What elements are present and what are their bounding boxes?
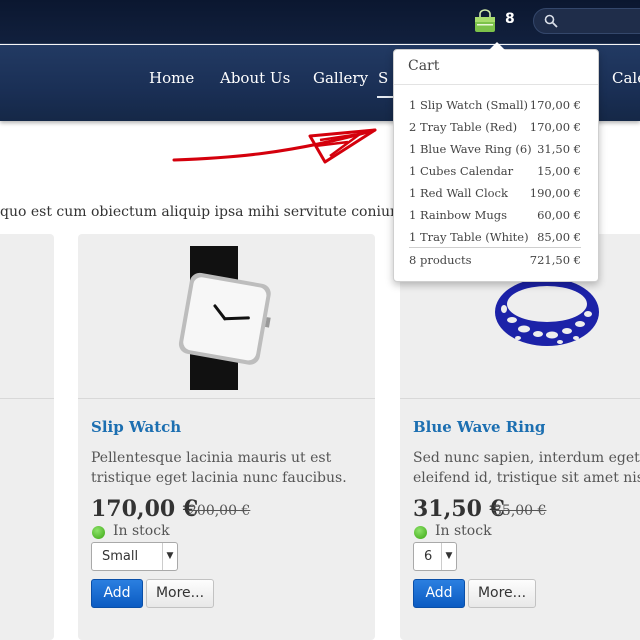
cart-item-name: 1 Tray Table (White) <box>409 230 529 244</box>
product-old-price: 35,00 € <box>493 503 547 519</box>
size-select-value: Small <box>102 549 139 564</box>
product-card: Blue Wave Ring Sed nunc sapien, interdum… <box>400 234 640 640</box>
cart-dropdown-caret <box>489 42 505 50</box>
more-button[interactable]: More... <box>468 579 536 608</box>
product-title-link[interactable]: Slip Watch <box>91 418 181 436</box>
cart-divider <box>409 247 581 248</box>
in-stock-icon <box>92 526 105 539</box>
slip-watch-image[interactable] <box>178 246 278 392</box>
product-title-link[interactable]: Blue Wave Ring <box>413 418 545 436</box>
cart-item[interactable]: 1 Rainbow Mugs 60,00 € <box>409 208 581 230</box>
add-to-cart-button[interactable]: Add <box>413 579 465 608</box>
product-description-line: Sed nunc sapien, interdum eget <box>413 450 640 466</box>
card-divider <box>0 398 54 399</box>
cart-total-price: 721,50 € <box>529 253 581 267</box>
nav-shop[interactable]: S <box>378 69 388 87</box>
cart-item-price: 170,00 € <box>529 120 581 134</box>
card-divider <box>400 398 640 399</box>
nav-home[interactable]: Home <box>149 69 194 87</box>
top-bar: 8 <box>0 0 640 44</box>
cart-item-name: 1 Blue Wave Ring (6) <box>409 142 532 156</box>
stock-status: In stock <box>113 523 170 539</box>
search-icon[interactable] <box>544 14 558 28</box>
nav-about-us[interactable]: About Us <box>220 69 290 87</box>
product-price: 170,00 € <box>91 496 199 522</box>
product-description-line: tristique eget lacinia nunc faucibus. <box>91 470 347 486</box>
size-select-value: 6 <box>424 549 433 564</box>
cart-item[interactable]: 1 Slip Watch (Small) 170,00 € <box>409 98 581 120</box>
nav-calendar[interactable]: Cale <box>612 69 640 87</box>
chevron-down-icon: ▼ <box>162 543 177 570</box>
shopping-bag-icon[interactable] <box>473 9 497 33</box>
product-price: 31,50 € <box>413 496 505 522</box>
cart-divider <box>394 84 598 85</box>
size-select[interactable]: Small ▼ <box>91 542 178 571</box>
add-to-cart-button[interactable]: Add <box>91 579 143 608</box>
cart-item-price: 60,00 € <box>537 208 581 222</box>
cart-item-price: 190,00 € <box>529 186 581 200</box>
cart-item[interactable]: 2 Tray Table (Red) 170,00 € <box>409 120 581 142</box>
cart-item-price: 15,00 € <box>537 164 581 178</box>
cart-title: Cart <box>408 58 440 74</box>
chevron-down-icon: ▼ <box>441 543 456 570</box>
cart-item-price: 170,00 € <box>529 98 581 112</box>
size-select[interactable]: 6 ▼ <box>413 542 457 571</box>
cart-item-name: 2 Tray Table (Red) <box>409 120 518 134</box>
cart-dropdown: Cart 1 Slip Watch (Small) 170,00 € 2 Tra… <box>393 42 599 282</box>
cart-total-label: 8 products <box>409 253 472 267</box>
cart-item-name: 1 Slip Watch (Small) <box>409 98 528 112</box>
nav-gallery[interactable]: Gallery <box>313 69 368 87</box>
cart-item-name: 1 Rainbow Mugs <box>409 208 508 222</box>
more-button[interactable]: More... <box>146 579 214 608</box>
product-card-partial <box>0 234 54 640</box>
annotation-arrow-icon <box>172 128 377 164</box>
cart-total-row[interactable]: 8 products 721,50 € <box>409 253 581 275</box>
cart-item-price: 85,00 € <box>537 230 581 244</box>
cart-item-name: 1 Red Wall Clock <box>409 186 508 200</box>
blue-wave-ring-image[interactable] <box>492 274 602 354</box>
cart-item-name: 1 Cubes Calendar <box>409 164 514 178</box>
cart-item[interactable]: 1 Blue Wave Ring (6) 31,50 € <box>409 142 581 164</box>
stock-status: In stock <box>435 523 492 539</box>
product-description-line: eleifend id, tristique sit amet nisl n <box>413 470 640 486</box>
in-stock-icon <box>414 526 427 539</box>
cart-item-price: 31,50 € <box>537 142 581 156</box>
product-description: Sed nunc sapien, interdum eget eleifend … <box>413 448 640 488</box>
product-description: Pellentesque lacinia mauris ut est trist… <box>91 448 347 488</box>
product-old-price: 200,00 € <box>188 503 251 519</box>
product-card: Slip Watch Pellentesque lacinia mauris u… <box>78 234 375 640</box>
cart-item[interactable]: 1 Tray Table (White) 85,00 € <box>409 230 581 252</box>
cart-item[interactable]: 1 Red Wall Clock 190,00 € <box>409 186 581 208</box>
cart-count-badge[interactable]: 8 <box>505 11 515 27</box>
product-description-line: Pellentesque lacinia mauris ut est <box>91 450 332 466</box>
cart-item[interactable]: 1 Cubes Calendar 15,00 € <box>409 164 581 186</box>
card-divider <box>78 398 375 399</box>
